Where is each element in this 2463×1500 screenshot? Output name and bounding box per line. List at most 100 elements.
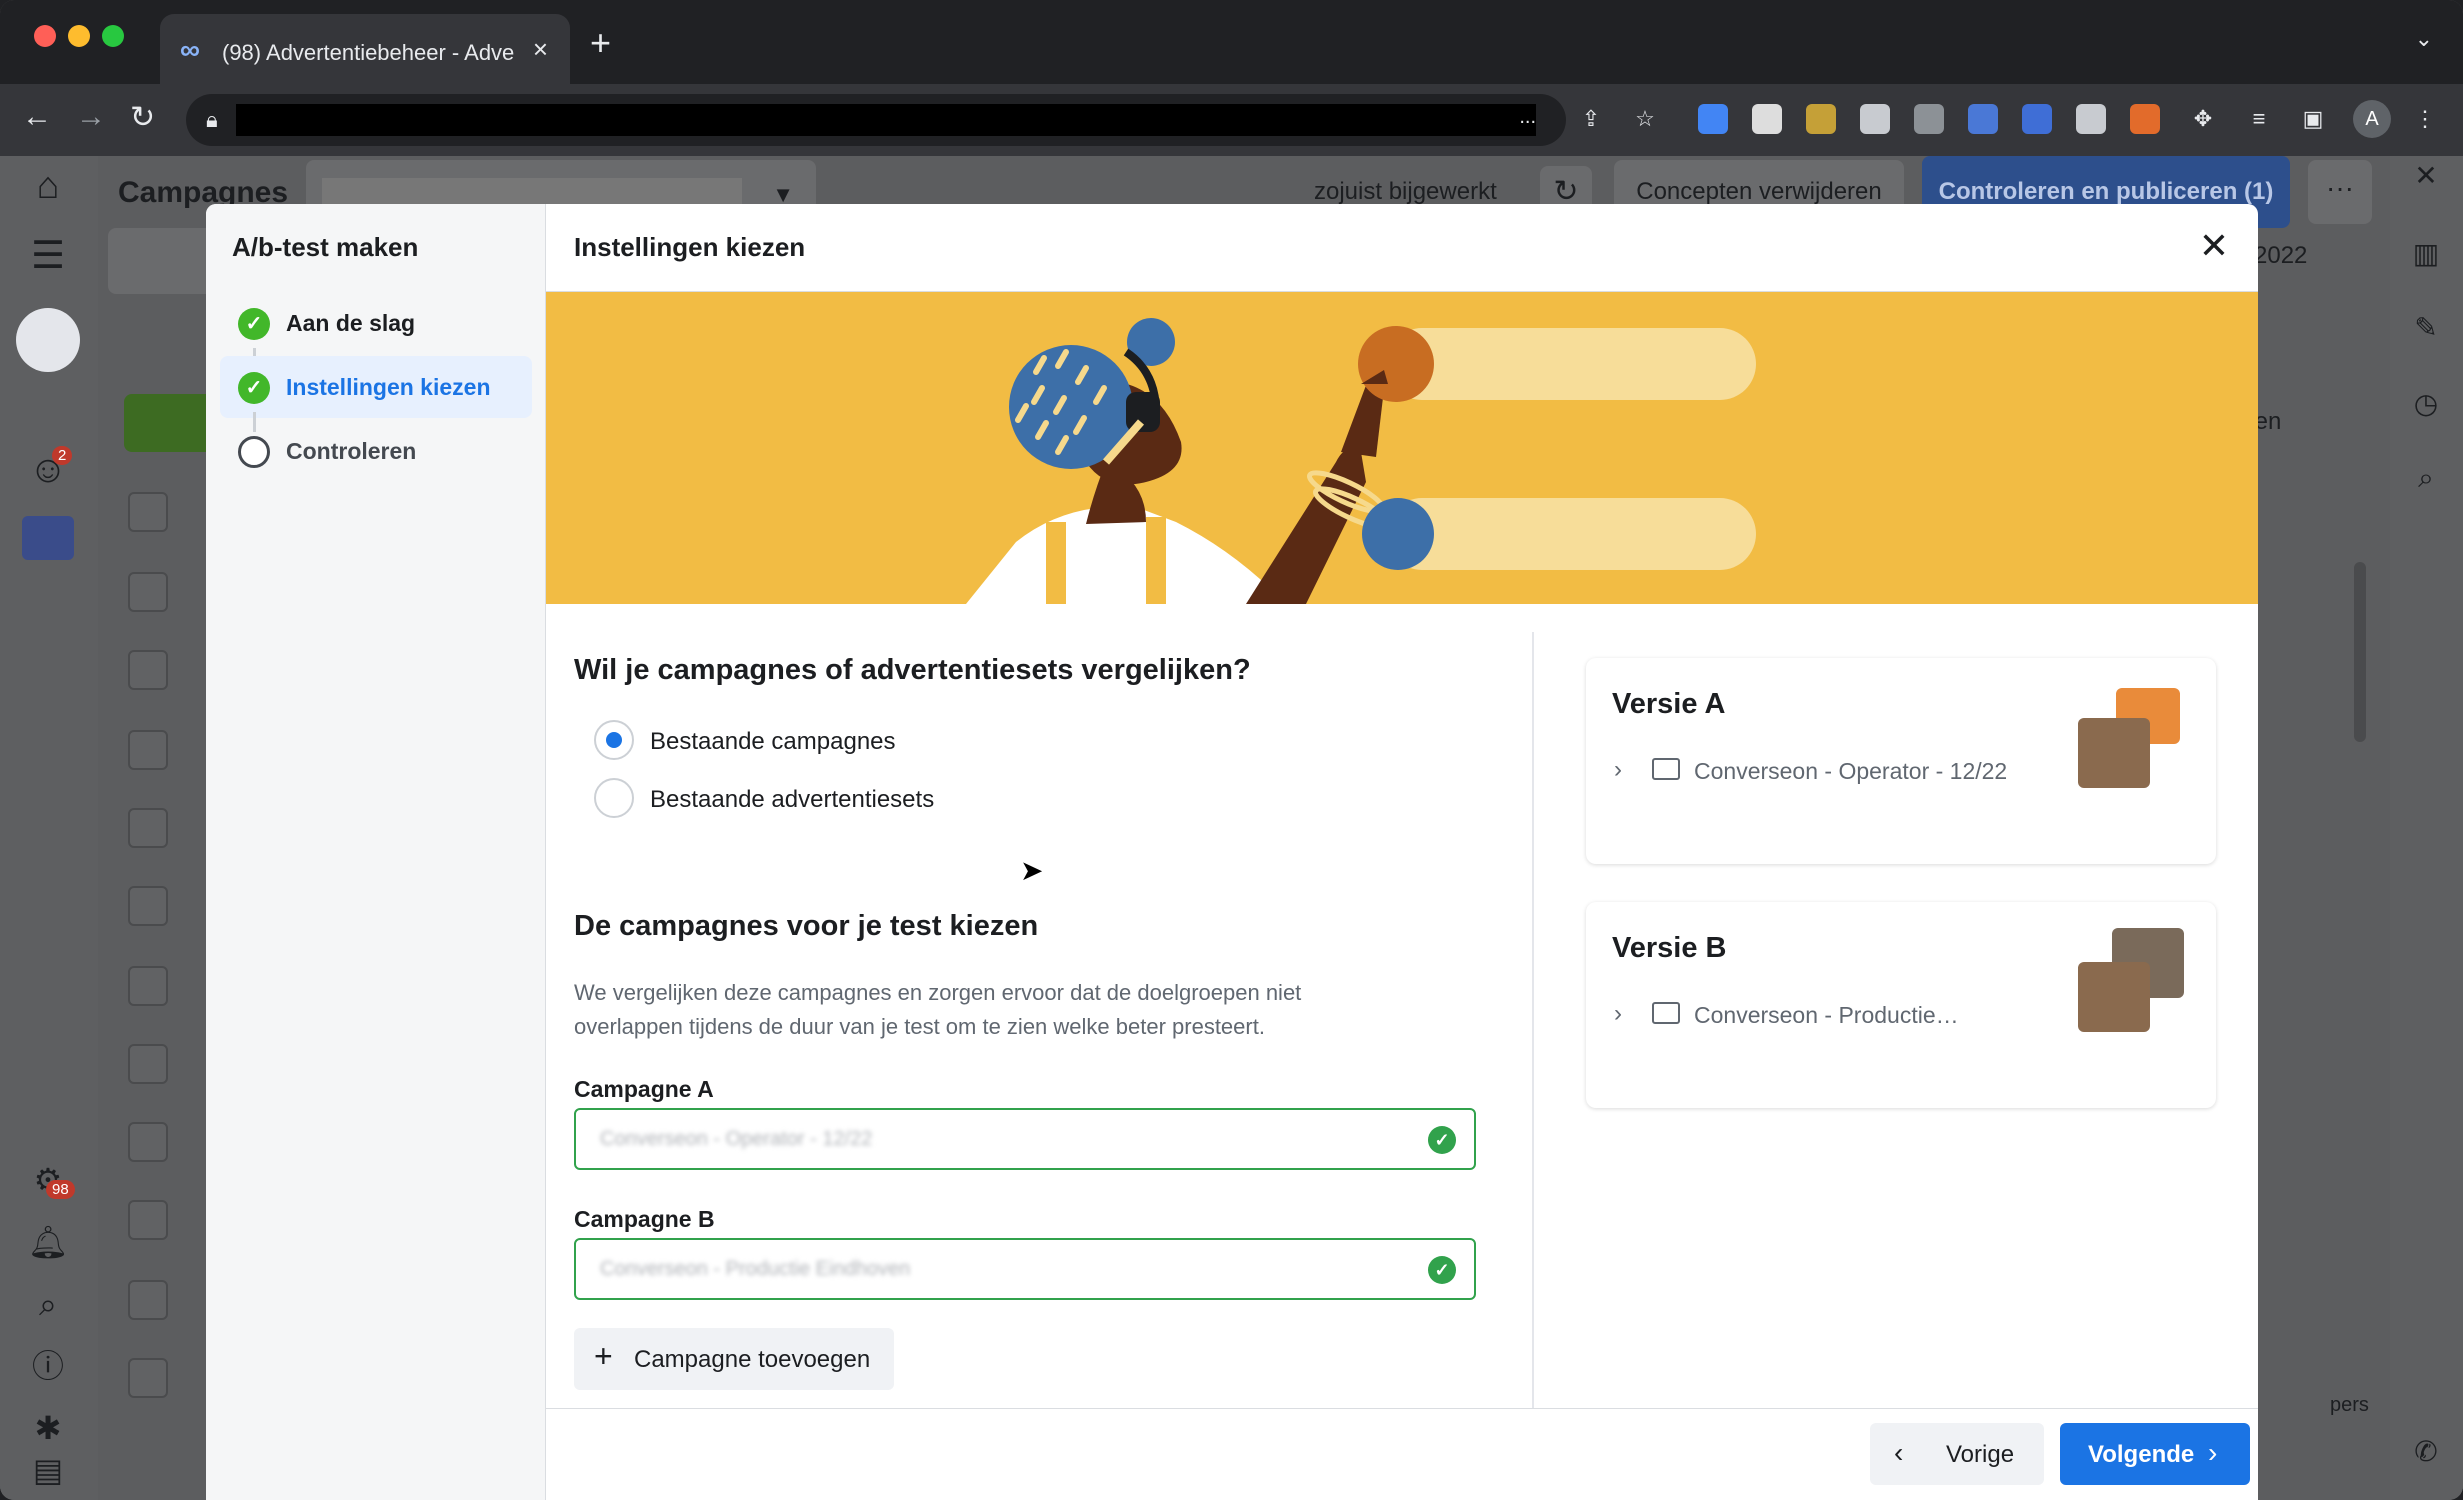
- extension-icon[interactable]: [1698, 104, 1728, 134]
- pencil-icon[interactable]: ✎: [2406, 308, 2446, 348]
- sidepanel-icon[interactable]: ▣: [2298, 104, 2328, 134]
- search-icon[interactable]: ⌕: [24, 1280, 72, 1328]
- tab-bar: ∞ (98) Advertentiebeheer - Adve × + ⌄: [0, 0, 2463, 84]
- puzzle-icon[interactable]: ✥: [2188, 104, 2218, 134]
- extension-icon[interactable]: [1806, 104, 1836, 134]
- radio-existing-adsets[interactable]: [594, 778, 634, 818]
- url-redacted: [236, 104, 1536, 136]
- profile-avatar[interactable]: A: [2353, 100, 2391, 138]
- add-campaign-button[interactable]: + Campagne toevoegen: [574, 1328, 894, 1390]
- illustration-banner: [546, 292, 2258, 604]
- table-scrollbar: [2354, 562, 2366, 742]
- campaign-a-select[interactable]: Converseon - Operator - 12/22 ✓: [574, 1108, 1476, 1170]
- modal-main: Instellingen kiezen ✕ Wil je campagnes o…: [546, 204, 2258, 1500]
- account-avatar[interactable]: [16, 308, 80, 372]
- extension-robot-icon[interactable]: [1752, 104, 1782, 134]
- step-aan-de-slag[interactable]: ✓ Aan de slag: [220, 292, 532, 354]
- docs-icon[interactable]: ▤: [24, 1446, 72, 1494]
- window-close-control[interactable]: [34, 25, 56, 47]
- radio-existing-campaigns[interactable]: [594, 720, 634, 760]
- previous-button[interactable]: ‹ Vorige: [1870, 1423, 2044, 1485]
- background-create-button: [124, 394, 214, 452]
- section-title: De campagnes voor je test kiezen: [574, 910, 1039, 942]
- version-b-title: Versie B: [1612, 932, 1727, 964]
- extension-shield-icon[interactable]: [1860, 104, 1890, 134]
- left-navigation: ⌂ ☰ ☺ 2 ⚙ 🔔︎ 98 ⌕ ⓘ ✱ ▤: [0, 156, 98, 1500]
- empty-circle-icon: [238, 436, 270, 468]
- columns-partial: pers: [2330, 1394, 2369, 1416]
- version-b-campaign: Converseon - Productie…: [1694, 1002, 1959, 1028]
- browser-toolbar: ← → ↻ 🔒︎ ... ⇪ ☆ ✥ ≡ ▣ A ⋮: [0, 84, 2463, 156]
- url-ellipsis: ...: [1519, 106, 1536, 128]
- extension-tag-icon[interactable]: [1968, 104, 1998, 134]
- step-label: Controleren: [286, 438, 417, 464]
- row-checkbox: [128, 966, 168, 1006]
- right-rail: ✕ ▥ ✎ ◷ ⌕ ✆: [2390, 156, 2463, 1500]
- notification-badge: 2: [52, 446, 73, 465]
- reload-icon[interactable]: ↻: [130, 100, 155, 135]
- extension-icon[interactable]: [2022, 104, 2052, 134]
- table-icon[interactable]: [22, 516, 74, 560]
- bookmark-star-icon[interactable]: ☆: [1630, 104, 1660, 134]
- next-label: Volgende: [2088, 1441, 2195, 1468]
- bell-icon[interactable]: 🔔︎: [24, 1218, 72, 1266]
- chart-icon[interactable]: ▥: [2406, 234, 2446, 274]
- version-b-card: Versie B › Converseon - Productie…: [1586, 902, 2216, 1108]
- home-icon[interactable]: ⌂: [24, 162, 72, 210]
- step-controleren[interactable]: Controleren: [220, 420, 532, 482]
- version-a-title: Versie A: [1612, 688, 1726, 720]
- column-divider: [1532, 632, 1534, 1412]
- version-a-card: Versie A › Converseon - Operator - 12/22: [1586, 658, 2216, 864]
- next-button[interactable]: Volgende ›: [2060, 1423, 2250, 1485]
- ad-thumbnail: [2078, 962, 2150, 1032]
- extension-icon[interactable]: [2130, 104, 2160, 134]
- menu-icon[interactable]: ☰: [24, 232, 72, 280]
- previous-label: Vorige: [1946, 1441, 2015, 1468]
- help-icon[interactable]: ⓘ: [24, 1342, 72, 1390]
- forward-icon[interactable]: →: [76, 100, 106, 134]
- modal-sidebar: A/b-test maken ✓ Aan de slag ✓ Instellin…: [206, 204, 546, 1500]
- date-range-partial: 2022: [2254, 242, 2308, 269]
- close-panel-icon[interactable]: ✕: [2406, 156, 2446, 196]
- step-instellingen-kiezen[interactable]: ✓ Instellingen kiezen: [220, 356, 532, 418]
- modal-footer: ‹ Vorige Volgende ›: [546, 1408, 2258, 1500]
- clock-icon[interactable]: ◷: [2406, 384, 2446, 424]
- comparison-question: Wil je campagnes of advertentiesets verg…: [574, 654, 1251, 686]
- chevron-right-icon[interactable]: ›: [1614, 1000, 1622, 1028]
- chevron-right-icon: ›: [2208, 1437, 2218, 1468]
- background-search: [108, 228, 218, 294]
- window-zoom-control[interactable]: [102, 25, 124, 47]
- mouse-cursor-icon: ➤: [1020, 855, 1044, 886]
- back-icon[interactable]: ←: [22, 100, 52, 134]
- share-icon[interactable]: ⇪: [1576, 104, 1606, 134]
- tab-title: (98) Advertentiebeheer - Adve: [222, 40, 515, 65]
- row-checkbox: [128, 1280, 168, 1320]
- camera-icon[interactable]: [2076, 104, 2106, 134]
- chevron-left-icon: ‹: [1894, 1437, 1904, 1468]
- browser-menu-icon[interactable]: ⋮: [2410, 104, 2440, 134]
- campaign-b-select[interactable]: Converseon - Productie Eindhoven ✓: [574, 1238, 1476, 1300]
- check-circle-icon: ✓: [1428, 1126, 1456, 1154]
- phone-icon[interactable]: ✆: [2406, 1432, 2446, 1472]
- plus-icon: +: [594, 1338, 613, 1374]
- row-checkbox: [128, 1200, 168, 1240]
- row-checkbox: [128, 492, 168, 532]
- chevron-right-icon[interactable]: ›: [1614, 756, 1622, 784]
- sidebar-title: A/b-test maken: [232, 232, 419, 262]
- address-bar[interactable]: 🔒︎ ...: [186, 94, 1566, 146]
- tab-search-chevron-icon[interactable]: ⌄: [2415, 26, 2433, 52]
- browser-window: ∞ (98) Advertentiebeheer - Adve × + ⌄ ← …: [0, 0, 2463, 1500]
- more-options-button[interactable]: ···: [2308, 160, 2372, 224]
- campaign-b-value: Converseon - Productie Eindhoven: [600, 1258, 911, 1280]
- browser-tab[interactable]: ∞ (98) Advertentiebeheer - Adve ×: [160, 14, 570, 84]
- bug-icon[interactable]: ✱: [24, 1404, 72, 1452]
- new-tab-button[interactable]: +: [590, 22, 611, 64]
- extension-code-icon[interactable]: [1914, 104, 1944, 134]
- ab-test-modal: A/b-test maken ✓ Aan de slag ✓ Instellin…: [206, 204, 2258, 1500]
- close-icon[interactable]: ✕: [2190, 222, 2238, 270]
- window-minimize-control[interactable]: [68, 25, 90, 47]
- inspect-icon[interactable]: ⌕: [2406, 458, 2446, 498]
- tab-close-icon[interactable]: ×: [533, 34, 548, 65]
- media-queue-icon[interactable]: ≡: [2244, 104, 2274, 134]
- check-circle-icon: ✓: [238, 308, 270, 340]
